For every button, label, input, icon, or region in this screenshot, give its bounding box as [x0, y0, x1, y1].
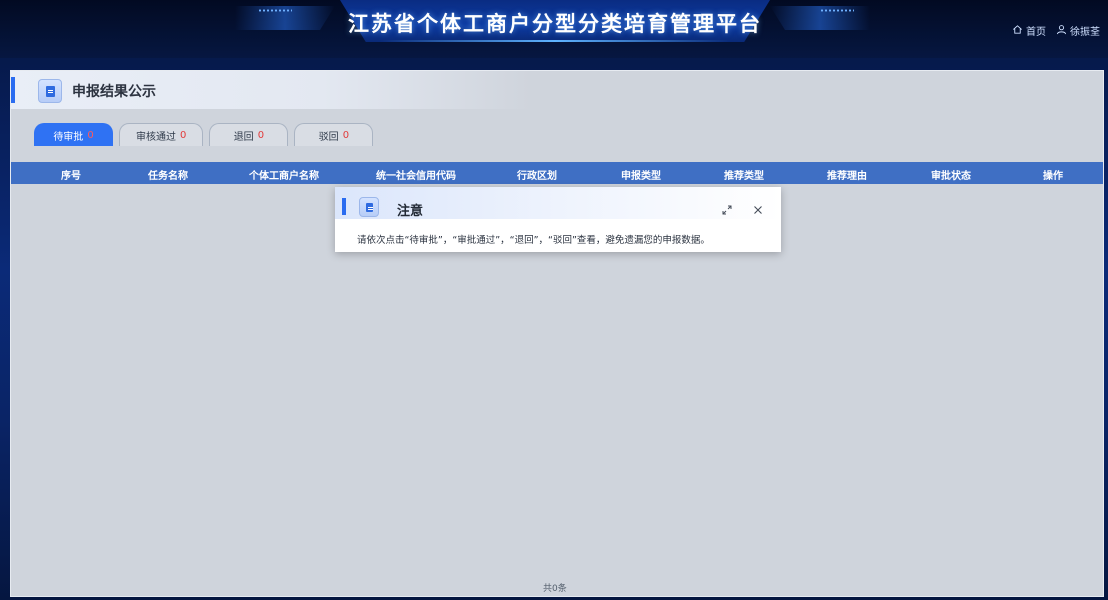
column-header-index: 序号 — [61, 171, 81, 182]
panel-accent-bar — [11, 77, 15, 103]
home-link[interactable]: 首页 — [1012, 23, 1046, 38]
home-label: 首页 — [1026, 27, 1046, 38]
user-menu[interactable]: 徐振荃 — [1056, 23, 1100, 38]
tab-count: 0 — [87, 129, 94, 141]
header-dots-right — [820, 9, 854, 12]
dialog-accent-bar — [342, 198, 346, 215]
dialog-message: 请依次点击“待审批”，“审批通过”，“退回”，“驳回”查看，避免遗漏您的申报数据… — [357, 235, 710, 246]
tab-rejected[interactable]: 驳回 0 — [294, 123, 374, 146]
tab-label: 待审批 — [53, 131, 84, 143]
user-icon — [1056, 24, 1067, 38]
tab-count: 0 — [342, 129, 350, 141]
panel-header: 申报结果公示 — [11, 71, 531, 109]
user-name: 徐振荃 — [1070, 27, 1100, 38]
panel-title: 申报结果公示 — [72, 84, 156, 100]
expand-icon[interactable] — [721, 201, 733, 215]
tab-returned[interactable]: 退回 0 — [209, 123, 289, 146]
tab-count: 0 — [180, 129, 187, 141]
column-header-credit-code: 统一社会信用代码 — [376, 171, 456, 182]
column-header-actions: 操作 — [1043, 171, 1063, 182]
close-icon[interactable] — [752, 201, 764, 214]
tab-label: 审核通过 — [136, 131, 176, 143]
document-icon — [38, 79, 62, 103]
app-title: 江苏省个体工商户分型分类培育管理平台 — [348, 12, 762, 36]
pagination-total: 共0条 — [543, 584, 567, 594]
tab-approved[interactable]: 审核通过 0 — [119, 123, 204, 146]
column-header-recommend-reason: 推荐理由 — [827, 171, 867, 182]
table-header: 序号 任务名称 个体工商户名称 统一社会信用代码 行政区划 申报类型 推荐类型 … — [11, 162, 1103, 184]
tab-count: 0 — [257, 129, 265, 141]
column-header-recommend-type: 推荐类型 — [724, 171, 764, 182]
column-header-task-name: 任务名称 — [148, 171, 188, 182]
column-header-business-name: 个体工商户名称 — [249, 171, 319, 182]
tab-pending[interactable]: 待审批 0 — [34, 123, 113, 146]
document-icon — [359, 197, 379, 217]
tab-label: 驳回 — [318, 131, 339, 143]
notice-dialog: 注意 请依次点击“待审批”，“审批通过”，“退回”，“驳回”查看，避免遗漏您的申… — [335, 187, 781, 252]
status-tabs: 待审批 0 审核通过 0 退回 0 驳回 0 — [34, 123, 374, 146]
column-header-declare-type: 申报类型 — [621, 171, 661, 182]
column-header-region: 行政区划 — [517, 171, 557, 182]
tab-label: 退回 — [233, 131, 254, 143]
home-icon — [1012, 24, 1023, 38]
header-nav: 首页 徐振荃 — [1012, 23, 1100, 38]
results-panel: 申报结果公示 待审批 0 审核通过 0 退回 0 驳回 0 序号 任务名称 个体… — [10, 70, 1104, 597]
title-glow — [380, 40, 730, 42]
header-dots-left — [258, 9, 292, 12]
top-header: 江苏省个体工商户分型分类培育管理平台 首页 徐振荃 — [0, 0, 1108, 58]
dialog-title: 注意 — [397, 204, 424, 219]
column-header-approval-status: 审批状态 — [931, 171, 971, 182]
